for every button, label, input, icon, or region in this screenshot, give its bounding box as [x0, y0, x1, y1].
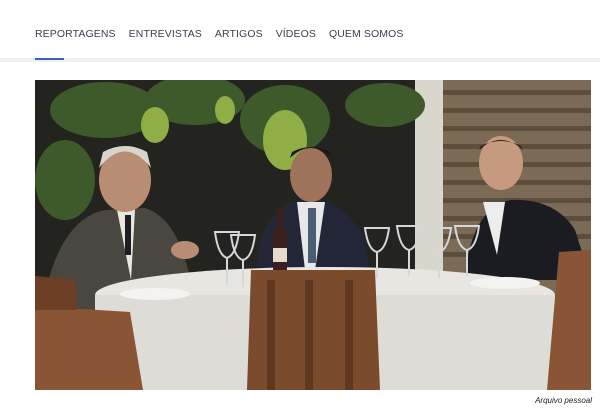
nav-active-indicator [35, 58, 64, 60]
restaurant-dinner-scene [35, 80, 591, 390]
nav-item-reportagens[interactable]: REPORTAGENS [35, 28, 116, 40]
top-navigation: REPORTAGENS ENTREVISTAS ARTIGOS VÍDEOS Q… [0, 0, 600, 62]
nav-item-quem-somos[interactable]: QUEM SOMOS [329, 28, 404, 40]
nav-item-artigos[interactable]: ARTIGOS [215, 28, 263, 40]
nav-item-videos[interactable]: VÍDEOS [276, 28, 316, 40]
photo-credit: Arquivo pessoal [535, 396, 592, 405]
article-photo [35, 80, 591, 390]
nav-item-entrevistas[interactable]: ENTREVISTAS [129, 28, 202, 40]
nav-menu: REPORTAGENS ENTREVISTAS ARTIGOS VÍDEOS Q… [35, 28, 416, 40]
